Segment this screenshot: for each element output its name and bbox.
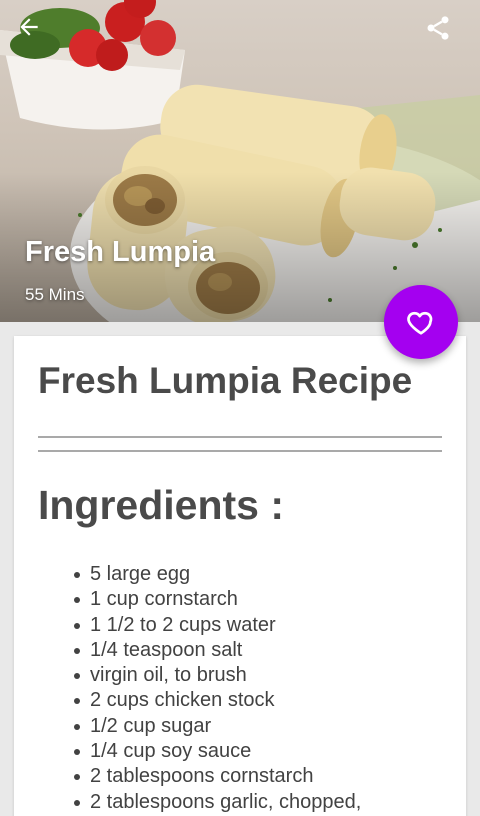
divider (38, 450, 442, 452)
ingredient-item: virgin oil, to brush (74, 663, 361, 688)
ingredient-item: 2 cups chicken stock (74, 688, 361, 713)
heart-outline-icon (407, 311, 433, 335)
hero-image: Fresh Lumpia 55 Mins (0, 0, 480, 322)
recipe-card: Fresh Lumpia Recipe Ingredients : 5 larg… (14, 336, 466, 816)
ingredient-item: 1/4 cup soy sauce (74, 739, 361, 764)
recipe-title: Fresh Lumpia Recipe (38, 360, 413, 401)
favorite-button[interactable] (384, 285, 458, 359)
arrow-left-icon (20, 18, 38, 36)
ingredient-item: 1/2 cup sugar (74, 714, 361, 739)
divider (38, 436, 442, 438)
cook-time: 55 Mins (25, 285, 85, 304)
ingredients-list: 5 large egg 1 cup cornstarch 1 1/2 to 2 … (74, 562, 361, 815)
share-button[interactable] (424, 14, 464, 54)
back-button[interactable] (16, 14, 56, 54)
recipe-name: Fresh Lumpia (25, 236, 216, 268)
ingredient-item: 1 1/2 to 2 cups water (74, 613, 361, 638)
ingredient-item: 1 cup cornstarch (74, 587, 361, 612)
ingredient-item: 2 tablespoons garlic, chopped, (74, 790, 361, 815)
ingredient-item: 2 tablespoons cornstarch (74, 764, 361, 789)
ingredient-item: 5 large egg (74, 562, 361, 587)
ingredients-heading: Ingredients : (38, 482, 285, 528)
share-icon (427, 16, 449, 40)
ingredient-item: 1/4 teaspoon salt (74, 638, 361, 663)
